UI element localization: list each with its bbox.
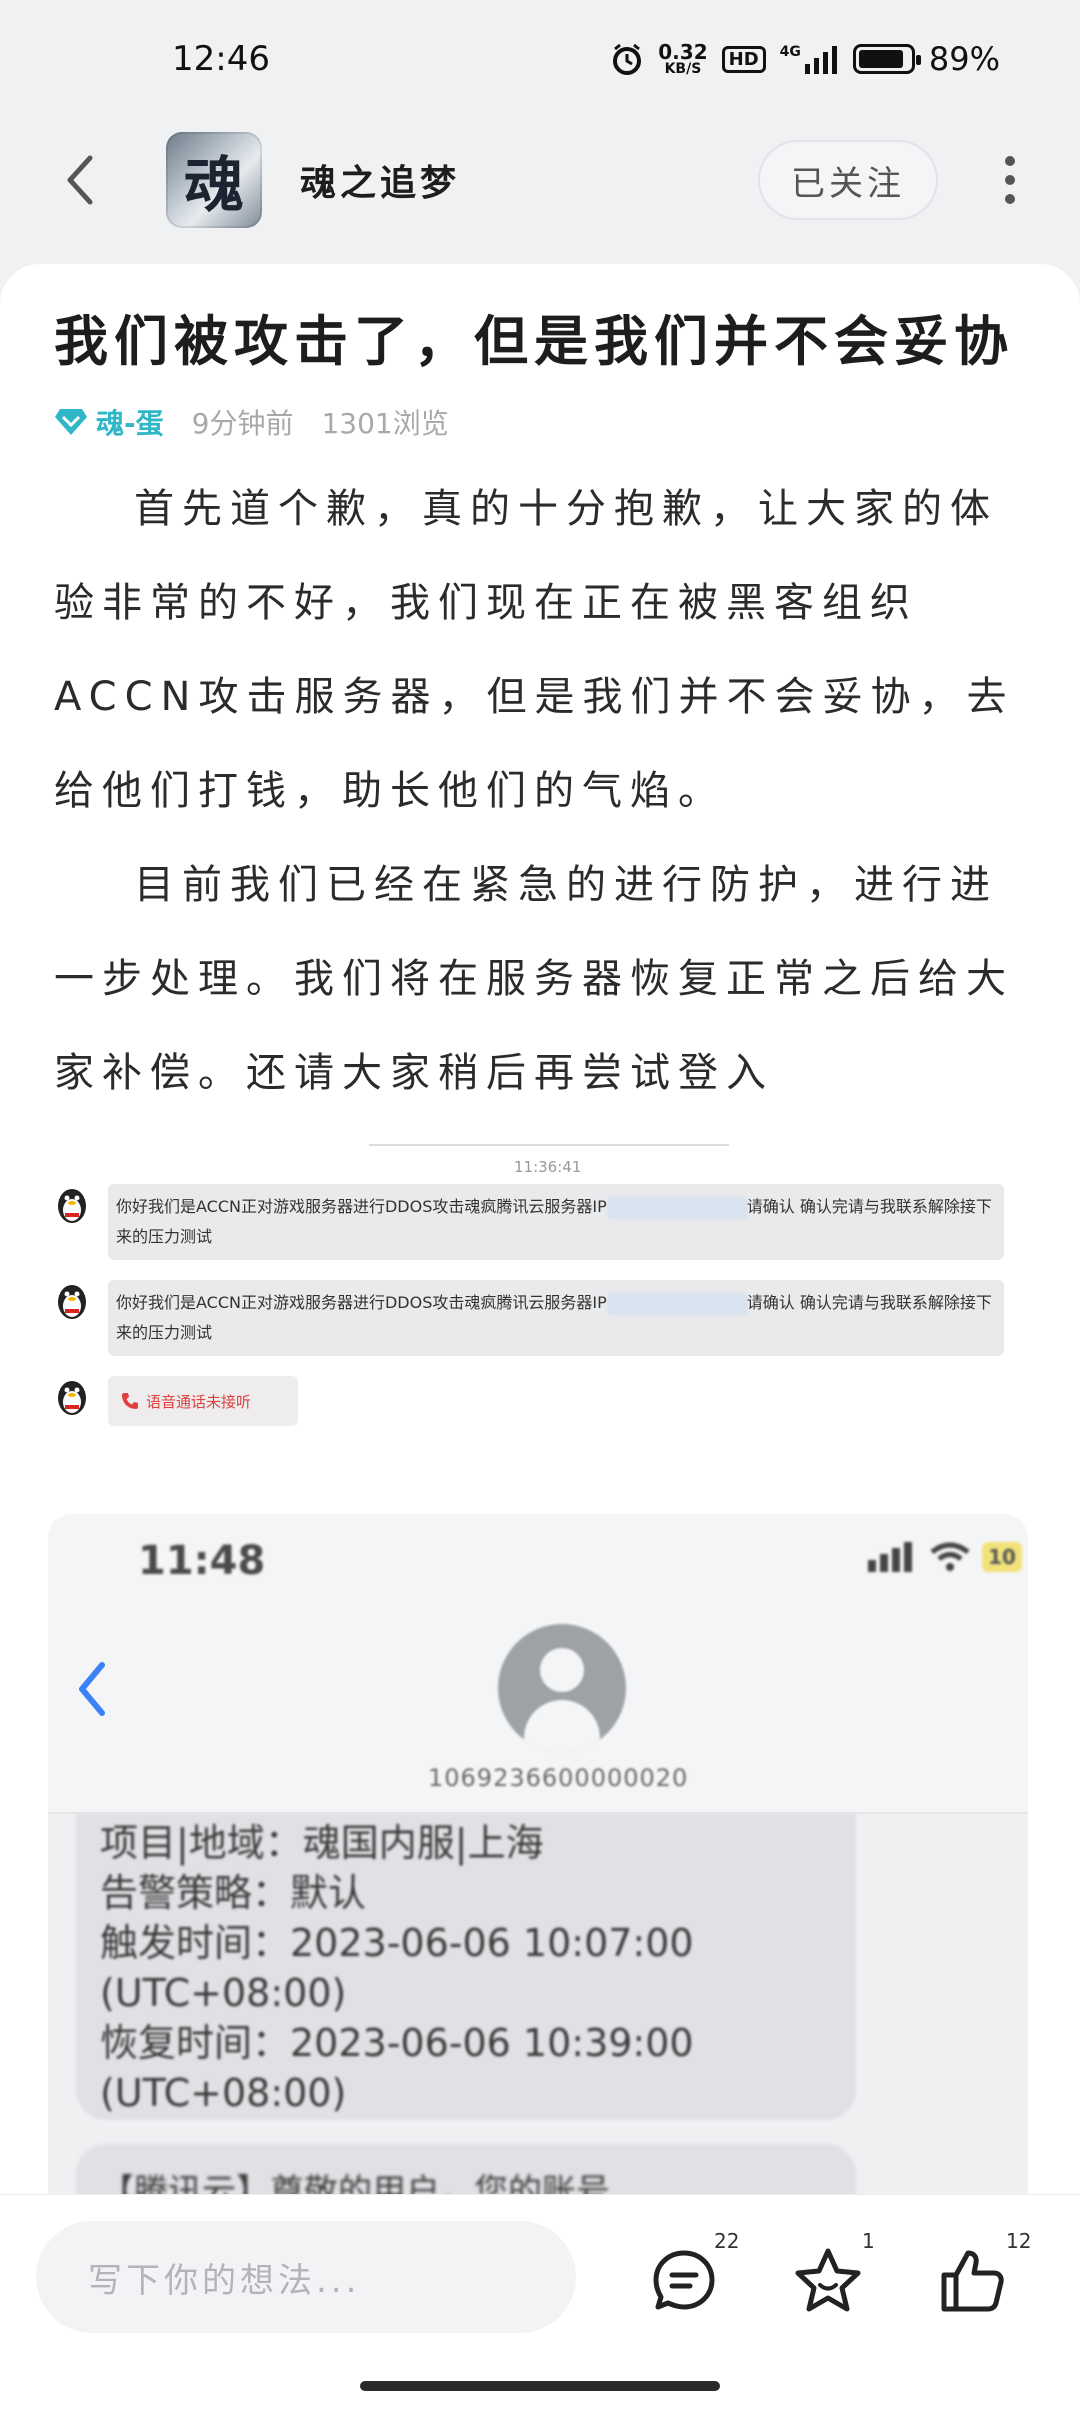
status-bar: 12:46 0.32 KB/S HD 4G 89% bbox=[0, 0, 1080, 118]
home-indicator[interactable] bbox=[360, 2381, 720, 2391]
post-meta: 魂-蛋 9分钟前 1301浏览 bbox=[54, 402, 1026, 442]
comment-button[interactable] bbox=[644, 2241, 724, 2321]
status-time: 12:46 bbox=[172, 39, 270, 79]
favorite-button[interactable] bbox=[788, 2241, 868, 2321]
author[interactable]: 魂-蛋 bbox=[54, 402, 164, 442]
contact-avatar-icon bbox=[498, 1624, 626, 1752]
chat-text: 你好我们是ACCN正对游戏服务器进行DDOS攻击魂疯腾讯云服务器IP bbox=[116, 1197, 607, 1216]
penguin-avatar-icon bbox=[54, 1376, 90, 1416]
post-paragraph: 目前我们已经在紧急的进行防护，进行进一步处理。我们将在服务器恢复正常之后给大家补… bbox=[54, 862, 1014, 1096]
sms-header: 11:48 10 1069236600000020 bbox=[48, 1514, 1028, 1814]
chat-message: 你好我们是ACCN正对游戏服务器进行DDOS攻击魂疯腾讯云服务器IP 请确认 确认… bbox=[54, 1280, 1004, 1356]
alarm-icon bbox=[613, 43, 642, 75]
sms-battery-icon: 10 bbox=[982, 1542, 1022, 1572]
sms-bubble: 【腾讯云】尊敬的用户，您的账号 bbox=[76, 2144, 856, 2194]
network-label: 4G bbox=[779, 44, 801, 60]
status-icons: 0.32 KB/S HD 4G 89% bbox=[610, 40, 1000, 78]
sms-bubble: 项目|地域：魂国内服|上海 告警策略：默认 触发时间：2023-06-06 10… bbox=[76, 1814, 856, 2120]
back-button[interactable] bbox=[40, 140, 120, 220]
comment-icon bbox=[653, 2250, 715, 2310]
battery-percent: 89% bbox=[928, 40, 1000, 78]
comment-count: 22 bbox=[714, 2229, 740, 2253]
phone-icon bbox=[122, 1393, 138, 1409]
battery-fill bbox=[858, 50, 904, 68]
post-views: 1301浏览 bbox=[321, 407, 449, 440]
network-type: 4G bbox=[780, 44, 839, 74]
signal-icon bbox=[868, 1542, 912, 1572]
thumbs-up-icon bbox=[941, 2250, 1004, 2312]
follow-button[interactable]: 已关注 bbox=[758, 140, 938, 220]
battery-icon bbox=[852, 44, 921, 74]
chat-divider bbox=[369, 1144, 729, 1146]
missed-call-bubble: 语音通话未接听 bbox=[108, 1376, 298, 1426]
sms-time: 11:48 bbox=[138, 1538, 266, 1584]
favorite-count: 1 bbox=[862, 2229, 875, 2253]
bottom-action-bar: 写下你的想法... 22 1 12 bbox=[0, 2194, 1080, 2412]
top-bar: 魂 魂之追梦 已关注 bbox=[0, 118, 1080, 242]
hd-badge: HD bbox=[721, 45, 766, 73]
app-name[interactable]: 魂之追梦 bbox=[300, 154, 460, 206]
chat-screenshot[interactable]: 11:36:41 你好我们是ACCN正对游戏服务器进行DDOS攻击魂疯腾讯云服务… bbox=[54, 1144, 1054, 1474]
missed-call-label: 语音通话未接听 bbox=[146, 1392, 252, 1411]
chat-bubble: 你好我们是ACCN正对游戏服务器进行DDOS攻击魂疯腾讯云服务器IP 请确认 确认… bbox=[108, 1184, 1004, 1260]
chat-bubble: 你好我们是ACCN正对游戏服务器进行DDOS攻击魂疯腾讯云服务器IP 请确认 确认… bbox=[108, 1280, 1004, 1356]
penguin-avatar-icon bbox=[54, 1184, 90, 1224]
sms-sender-number: 1069236600000020 bbox=[428, 1764, 689, 1792]
chevron-left-icon bbox=[67, 155, 93, 205]
like-button[interactable] bbox=[932, 2241, 1012, 2321]
diamond-badge-icon bbox=[55, 409, 87, 435]
wifi-icon bbox=[930, 1542, 970, 1571]
net-speed-unit: KB/S bbox=[664, 61, 702, 77]
chat-text: 你好我们是ACCN正对游戏服务器进行DDOS攻击魂疯腾讯云服务器IP bbox=[116, 1293, 607, 1312]
comment-input[interactable]: 写下你的想法... bbox=[36, 2221, 576, 2333]
like-count: 12 bbox=[1006, 2229, 1032, 2253]
chat-message: 你好我们是ACCN正对游戏服务器进行DDOS攻击魂疯腾讯云服务器IP 请确认 确认… bbox=[54, 1184, 1004, 1260]
chat-message: 语音通话未接听 bbox=[54, 1376, 298, 1426]
signal-icon bbox=[804, 46, 837, 74]
post-title: 我们被攻击了，但是我们并不会妥协 bbox=[54, 310, 1014, 373]
blurred-ip bbox=[606, 1196, 747, 1219]
more-options-icon[interactable] bbox=[980, 140, 1040, 220]
app-avatar[interactable]: 魂 bbox=[166, 132, 262, 228]
chat-timestamp: 11:36:41 bbox=[514, 1158, 582, 1176]
post-paragraph: 首先道个歉，真的十分抱歉，让大家的体验非常的不好，我们现在正在被黑客组织ACCN… bbox=[54, 486, 1015, 814]
chevron-left-icon bbox=[79, 1662, 105, 1716]
blurred-ip bbox=[606, 1292, 747, 1315]
net-speed-value: 0.32 bbox=[658, 40, 708, 64]
net-speed: 0.32 KB/S bbox=[658, 42, 707, 76]
app-logo-glyph: 魂 bbox=[184, 150, 244, 221]
star-icon bbox=[795, 2248, 861, 2312]
sms-status-icons: 10 bbox=[866, 1542, 1022, 1572]
post-time: 9分钟前 bbox=[191, 407, 294, 440]
post-card: 我们被攻击了，但是我们并不会妥协 魂-蛋 9分钟前 1301浏览 首先道个歉，真… bbox=[0, 264, 1080, 2194]
sms-screenshot[interactable]: 11:48 10 1069236600000020 项目|地域：魂国内服|上海 … bbox=[48, 1514, 1028, 2194]
penguin-avatar-icon bbox=[54, 1280, 90, 1320]
author-name: 魂-蛋 bbox=[96, 407, 164, 440]
